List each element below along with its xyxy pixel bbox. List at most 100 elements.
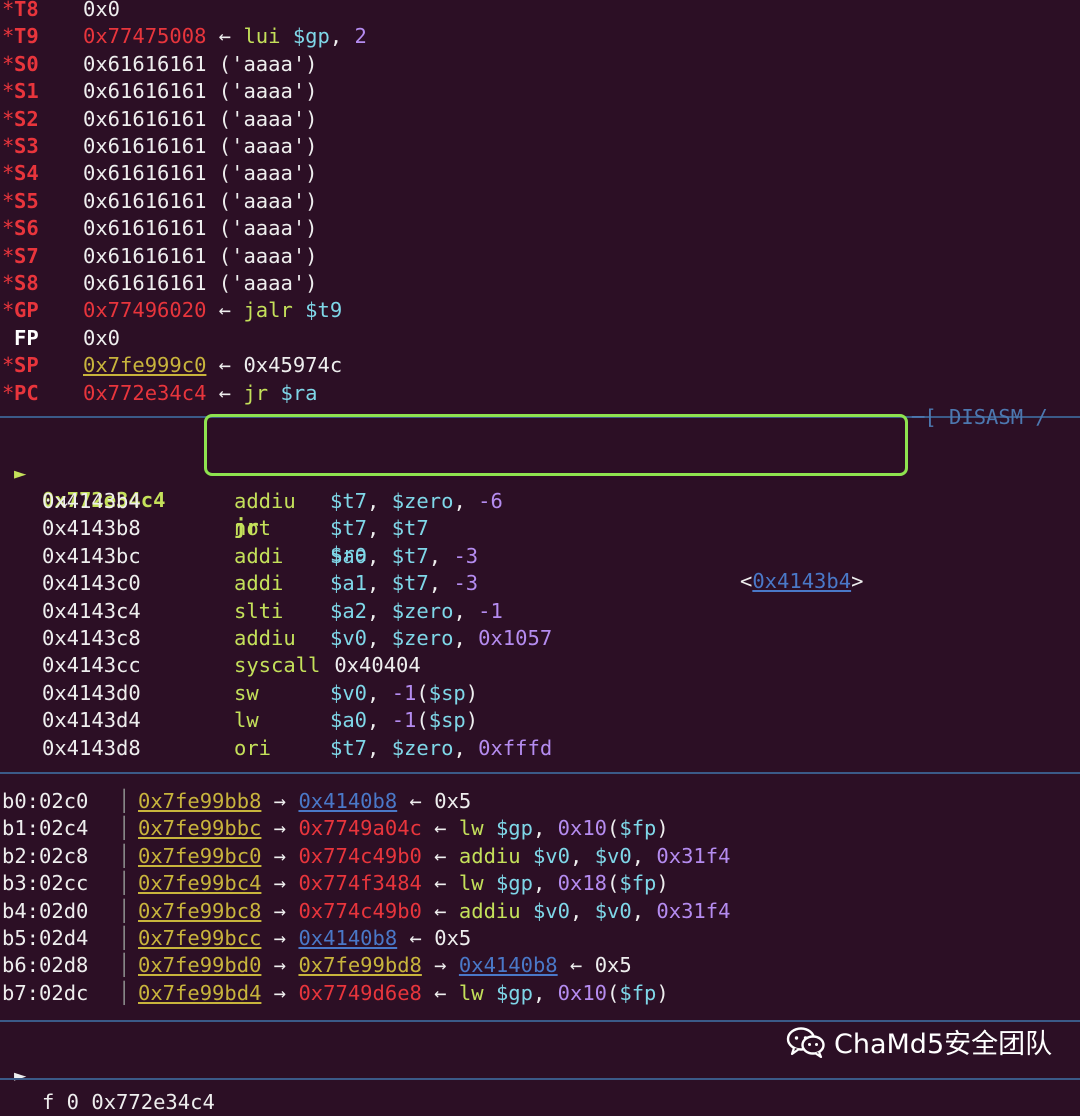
instruction-mnemonic: sw bbox=[234, 680, 259, 705]
stack-chain-part[interactable]: 0x7fe99bb8 bbox=[138, 789, 261, 813]
register-value: 0x61616161 ('aaaa') bbox=[83, 215, 318, 242]
stack-chain-part[interactable]: 0x4140b8 bbox=[459, 953, 558, 977]
stack-chain-part[interactable]: 0x7fe99bd8 bbox=[298, 953, 421, 977]
stack-chain: 0x7fe99bc0 → 0x774c49b0 ← addiu $v0, $v0… bbox=[138, 843, 730, 870]
stack-chain-part: $v0 bbox=[594, 843, 632, 868]
register-value-text: 0x77496020 bbox=[83, 298, 207, 323]
stack-chain-part: $v0 bbox=[594, 898, 632, 923]
register-value-text: 0x61616161 ('aaaa') bbox=[83, 134, 318, 158]
modified-marker: * bbox=[2, 51, 15, 76]
stack-chain-part: ← bbox=[421, 898, 459, 923]
operand-part: -6 bbox=[478, 489, 503, 513]
register-value: 0x61616161 ('aaaa') bbox=[83, 51, 318, 78]
register-value: 0x61616161 ('aaaa') bbox=[83, 106, 318, 133]
stack-separator bbox=[0, 772, 1080, 774]
stack-offset-label: b5:02d4 bbox=[2, 926, 89, 950]
register-name: S3 bbox=[14, 134, 39, 158]
modified-marker: * bbox=[2, 79, 15, 104]
operand-part: 0x1057 bbox=[478, 626, 553, 650]
stack-chain-part: addiu bbox=[458, 843, 533, 868]
backtrace-frame[interactable]: ► f 0 0x772e34c4 bbox=[0, 1035, 215, 1114]
stack-chain-part[interactable]: 0x7fe99bc4 bbox=[138, 871, 261, 895]
register-value: 0x77496020 ← jalr $t9 bbox=[83, 297, 342, 324]
instruction-operands: $a0, $t7, -3 bbox=[330, 543, 478, 570]
backtrace-text: f 0 0x772e34c4 bbox=[42, 1090, 215, 1114]
instruction-mnemonic: slti bbox=[234, 598, 284, 623]
operand-part: $a0 bbox=[330, 708, 368, 733]
stack-divider: │ bbox=[118, 926, 131, 950]
operand-part: , bbox=[367, 598, 392, 623]
instruction-mnemonic: not bbox=[234, 516, 272, 541]
operand-part: , bbox=[453, 735, 479, 760]
stack-chain-part[interactable]: 0x7fe99bcc bbox=[138, 926, 261, 950]
stack-chain-part: 0x774c49b0 bbox=[298, 898, 422, 923]
stack-chain-part: → bbox=[261, 816, 299, 841]
register-value: 0x61616161 ('aaaa') bbox=[83, 243, 318, 270]
register-deref: lui bbox=[243, 24, 293, 49]
stack-chain-part: → bbox=[261, 980, 299, 1005]
operand-part: , bbox=[367, 680, 392, 705]
stack-divider: │ bbox=[118, 789, 131, 813]
stack-chain-part: 0x5 bbox=[434, 789, 472, 813]
stack-chain-part: $fp bbox=[619, 871, 657, 896]
stack-chain-part: → bbox=[261, 926, 299, 950]
register-value: 0x772e34c4 ← jr $ra bbox=[83, 380, 318, 407]
register-deref: ← bbox=[206, 24, 244, 49]
stack-chain-part[interactable]: 0x7fe99bc0 bbox=[138, 844, 261, 868]
modified-marker: * bbox=[2, 134, 15, 158]
backtrace-marker-icon: ► bbox=[14, 1063, 27, 1087]
modified-marker: * bbox=[2, 353, 15, 378]
instruction-mnemonic: addiu bbox=[234, 626, 296, 650]
operand-part: -1 bbox=[391, 708, 417, 733]
operand-part: $sp bbox=[428, 708, 466, 733]
modified-marker: * bbox=[2, 0, 15, 21]
instruction-operands: $v0, $zero, 0x1057 bbox=[330, 625, 552, 652]
watermark-text: ChaMd5安全团队 bbox=[834, 1029, 1053, 1060]
register-value-text[interactable]: 0x7fe999c0 bbox=[83, 353, 206, 377]
bottom-separator bbox=[0, 1078, 1080, 1080]
operand-part: $zero bbox=[391, 626, 454, 650]
register-value-text: 0x61616161 ('aaaa') bbox=[83, 106, 318, 131]
stack-chain-part[interactable]: 0x7fe99bd4 bbox=[138, 981, 261, 1005]
operand-part: $t7 bbox=[391, 516, 429, 541]
operand-part: $a2 bbox=[330, 598, 368, 623]
register-name: S8 bbox=[14, 271, 39, 295]
instruction-address: 0x4143d4 bbox=[42, 708, 141, 733]
instruction-mnemonic: syscall bbox=[234, 653, 321, 678]
instruction-mnemonic: addi bbox=[234, 571, 284, 596]
register-name: FP bbox=[14, 325, 39, 350]
modified-marker: * bbox=[2, 216, 15, 241]
instruction-address: 0x4143bc bbox=[42, 543, 141, 568]
jump-down-arrow: ↓ bbox=[0, 460, 70, 512]
operand-part: $t7 bbox=[330, 489, 368, 513]
register-value: 0x61616161 ('aaaa') bbox=[83, 160, 318, 187]
jump-target[interactable]: <0x4143b4> bbox=[740, 568, 863, 595]
register-value-text: 0x61616161 ('aaaa') bbox=[83, 79, 318, 104]
operand-part: , bbox=[367, 571, 392, 596]
operand-part: , bbox=[367, 626, 392, 650]
register-value-text: 0x61616161 ('aaaa') bbox=[83, 243, 318, 268]
operand-part: , bbox=[453, 626, 479, 650]
operand-part: $t7 bbox=[391, 543, 429, 568]
stack-offset-label: b2:02c8 bbox=[2, 843, 89, 868]
register-value: 0x0 bbox=[83, 0, 120, 23]
instruction-mnemonic: addi bbox=[234, 543, 284, 568]
instruction-address: 0x4143cc bbox=[42, 653, 141, 678]
current-instruction[interactable]: ► 0x772e34c4 jr $ra <0x4143b4> bbox=[0, 433, 863, 593]
current-instruction-highlight bbox=[204, 414, 908, 476]
register-value: 0x61616161 ('aaaa') bbox=[83, 133, 318, 160]
stack-chain-part: ( bbox=[607, 816, 620, 841]
stack-chain-part: , bbox=[532, 980, 558, 1005]
stack-chain-part: , bbox=[532, 871, 558, 896]
stack-chain-part[interactable]: 0x7fe99bd0 bbox=[138, 953, 261, 977]
stack-divider: │ bbox=[118, 898, 131, 923]
stack-chain-part[interactable]: 0x7fe99bc8 bbox=[138, 899, 261, 923]
stack-chain-part[interactable]: 0x7fe99bbc bbox=[138, 816, 261, 840]
register-deref: $t9 bbox=[305, 298, 343, 323]
stack-chain-part[interactable]: 0x4140b8 bbox=[298, 789, 397, 813]
modified-marker: * bbox=[2, 24, 15, 49]
stack-chain-part: 0x5 bbox=[434, 926, 472, 950]
operand-part: , bbox=[453, 489, 479, 513]
stack-chain-part[interactable]: 0x4140b8 bbox=[298, 926, 397, 950]
register-value: 0x61616161 ('aaaa') bbox=[83, 188, 318, 215]
